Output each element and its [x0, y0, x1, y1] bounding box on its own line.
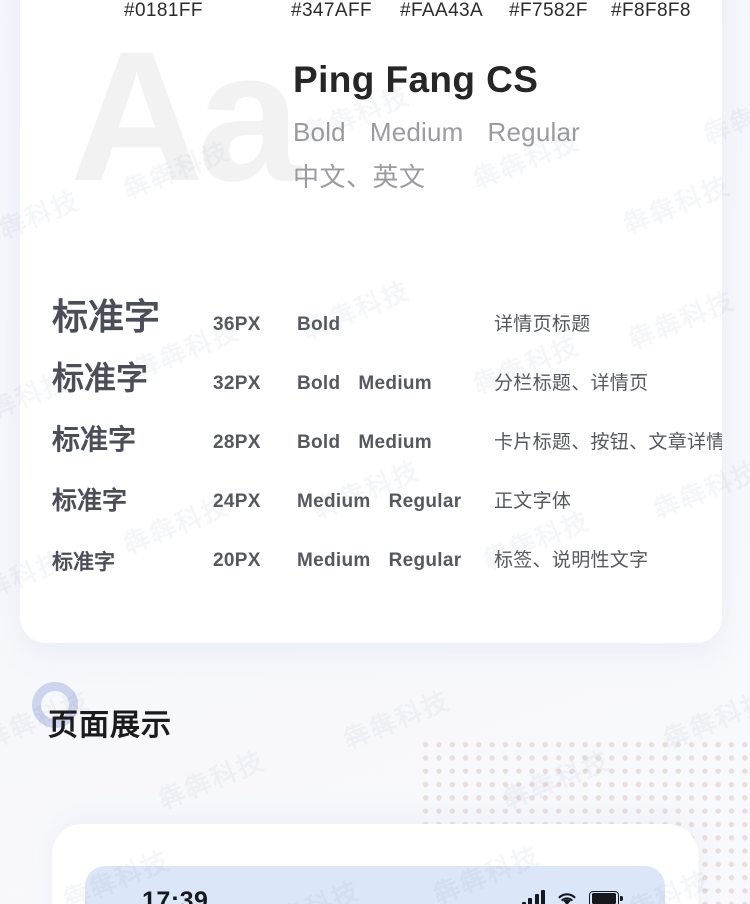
page-root: #0181FF #347AFF #FAA43A #F7582F #F8F8F8 …: [0, 0, 750, 904]
type-scale-row: 标准字 28PX Bold Medium 卡片标题、按钮、文章详情: [52, 403, 722, 462]
font-family-block: Ping Fang CS Bold Medium Regular 中文、英文: [293, 58, 580, 194]
font-weight-regular: Regular: [487, 117, 580, 148]
font-weight-medium: Medium: [369, 117, 464, 148]
type-usage: 卡片标题、按钮、文章详情: [494, 432, 722, 453]
font-weight-list: Bold Medium Regular: [293, 116, 580, 149]
type-weight: Medium: [358, 373, 433, 394]
status-bar-time: 17:39: [142, 887, 209, 904]
type-scale-row: 标准字 36PX Bold 详情页标题: [52, 285, 722, 344]
type-usage: 正文字体: [494, 491, 572, 512]
type-scale-row: 标准字 20PX Medium Regular 标签、说明性文字: [52, 521, 722, 580]
type-weight: Bold: [297, 314, 341, 335]
style-guide-card: #0181FF #347AFF #FAA43A #F7582F #F8F8F8 …: [20, 0, 722, 643]
swatch-hex-5: #F8F8F8: [611, 0, 691, 21]
type-weights: Bold Medium: [297, 373, 432, 395]
aa-watermark-glyph: Aa: [70, 14, 300, 220]
type-size: 20PX: [213, 550, 261, 571]
type-size: 24PX: [213, 491, 261, 512]
type-sample: 标准字: [52, 360, 149, 396]
type-sample: 标准字: [52, 296, 161, 337]
type-scale-row: 标准字 32PX Bold Medium 分栏标题、详情页: [52, 344, 722, 403]
type-weight: Bold: [297, 373, 341, 394]
type-usage: 分栏标题、详情页: [494, 373, 649, 394]
type-weights: Bold Medium: [297, 432, 432, 454]
type-weights: Medium Regular: [297, 550, 461, 572]
font-languages: 中文、英文: [293, 161, 426, 192]
phone-screen: 17:39: [85, 866, 665, 904]
font-weight-bold: Bold: [293, 117, 346, 148]
type-sample: 标准字: [52, 487, 128, 515]
type-weight: Medium: [358, 432, 433, 453]
type-usage: 标签、说明性文字: [494, 550, 649, 571]
swatch-hex-2: #347AFF: [291, 0, 372, 21]
swatch-hex-4: #F7582F: [509, 0, 588, 21]
type-weight: Bold: [297, 432, 341, 453]
type-size: 36PX: [213, 314, 261, 335]
watermark-text: 犇犇科技: [154, 745, 270, 816]
type-weight: Medium: [297, 491, 371, 512]
type-weights: Medium Regular: [297, 491, 461, 513]
type-weights: Bold: [297, 314, 340, 336]
type-weight: Regular: [388, 550, 462, 571]
signal-icon: [521, 890, 545, 904]
type-sample: 标准字: [52, 551, 115, 574]
battery-icon: [589, 890, 623, 904]
status-bar-icons: [521, 890, 623, 904]
phone-mockup-card: 17:39: [52, 824, 698, 904]
section-title: 页面展示: [48, 709, 172, 742]
type-size: 32PX: [213, 373, 261, 394]
type-usage: 详情页标题: [494, 314, 591, 335]
swatch-hex-3: #FAA43A: [400, 0, 484, 21]
type-weight: Medium: [297, 550, 371, 571]
wifi-icon: [556, 890, 578, 904]
type-weight: Regular: [388, 491, 462, 512]
type-scale-table: 标准字 36PX Bold 详情页标题 标准字 32PX Bold Medium …: [52, 285, 722, 580]
type-size: 28PX: [213, 432, 261, 453]
type-scale-row: 标准字 24PX Medium Regular 正文字体: [52, 462, 722, 521]
type-sample: 标准字: [52, 424, 137, 455]
font-family-name: Ping Fang CS: [293, 59, 539, 100]
